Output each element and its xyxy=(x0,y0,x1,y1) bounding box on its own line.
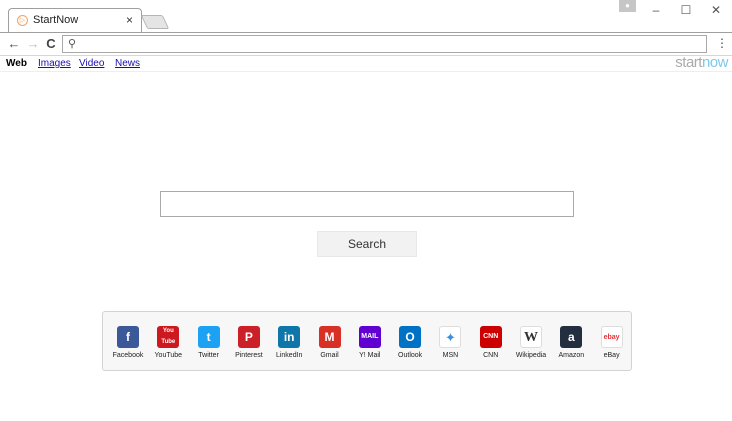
outlook-icon: O xyxy=(399,326,422,348)
logo-now: now xyxy=(701,54,729,71)
title-bar: ▷ StartNow × ● – ☐ ✕ xyxy=(0,0,732,32)
shortcut-wikipedia[interactable]: W Wikipedia xyxy=(510,326,550,368)
msn-icon: ✦ xyxy=(439,326,462,348)
gmail-icon: M xyxy=(318,326,341,348)
shortcut-msn[interactable]: ✦ MSN xyxy=(429,326,469,368)
amazon-icon: a xyxy=(560,326,583,348)
address-input[interactable] xyxy=(83,37,693,51)
linkedin-icon: in xyxy=(278,326,301,348)
youtube-icon: You Tube xyxy=(157,326,180,348)
shortcut-cnn[interactable]: CNN CNN xyxy=(470,326,510,368)
browser-toolbar: ← → C ⚲ ⋮ xyxy=(0,32,732,56)
startnow-favicon-icon: ▷ xyxy=(17,15,28,26)
forward-button[interactable]: → xyxy=(25,36,41,52)
close-window-button[interactable]: ✕ xyxy=(700,0,732,22)
tab-startnow[interactable]: ▷ StartNow × xyxy=(8,8,142,32)
search-type-bar: Web Images Video News startnow xyxy=(0,54,732,72)
yahoo-mail-icon: MAIL xyxy=(358,326,381,348)
facebook-icon: f xyxy=(117,326,139,348)
reload-button[interactable]: C xyxy=(43,36,59,52)
search-type-video[interactable]: Video xyxy=(79,58,104,69)
shortcut-outlook[interactable]: O Outlook xyxy=(389,326,429,368)
search-button[interactable]: Search xyxy=(317,231,417,257)
shortcut-youtube[interactable]: You Tube YouTube xyxy=(147,326,187,368)
twitter-icon: t xyxy=(197,326,220,348)
shortcut-y-mail[interactable]: MAIL Y! Mail xyxy=(349,326,389,368)
search-input[interactable] xyxy=(160,191,574,217)
search-type-news[interactable]: News xyxy=(115,58,140,69)
search-type-images[interactable]: Images xyxy=(38,58,71,69)
address-bar[interactable]: ⚲ xyxy=(62,35,707,53)
shortcut-label: eBay xyxy=(603,352,620,359)
shortcut-gmail[interactable]: M Gmail xyxy=(309,326,349,368)
cnn-icon: CNN xyxy=(479,326,502,348)
wikipedia-icon: W xyxy=(520,326,542,348)
shortcut-pinterest[interactable]: P Pinterest xyxy=(228,326,268,368)
back-button[interactable]: ← xyxy=(6,36,22,52)
shortcut-facebook[interactable]: f Facebook xyxy=(107,326,147,368)
menu-icon[interactable]: ⋮ xyxy=(716,36,728,50)
pinterest-icon: P xyxy=(237,326,260,348)
tab-close-icon[interactable]: × xyxy=(126,13,133,27)
shortcut-amazon[interactable]: a Amazon xyxy=(550,326,590,368)
startnow-logo: startnow xyxy=(675,54,728,71)
profile-icon[interactable]: ● xyxy=(619,0,636,12)
search-type-web[interactable]: Web xyxy=(6,58,27,69)
new-tab-button[interactable] xyxy=(140,15,170,29)
ebay-icon: ebay xyxy=(600,326,623,348)
search-icon: ⚲ xyxy=(68,38,77,50)
minimize-button[interactable]: – xyxy=(640,0,672,22)
shortcut-linkedin[interactable]: in LinkedIn xyxy=(268,326,308,368)
tab-title: StartNow xyxy=(33,14,79,26)
shortcuts-panel: f Facebook You Tube YouTube t Twitter P Pintere… xyxy=(102,311,632,371)
logo-start: start xyxy=(675,54,702,71)
maximize-button[interactable]: ☐ xyxy=(670,0,702,22)
shortcut-twitter[interactable]: t Twitter xyxy=(188,326,228,368)
shortcut-ebay[interactable]: ebay eBay xyxy=(591,326,631,368)
